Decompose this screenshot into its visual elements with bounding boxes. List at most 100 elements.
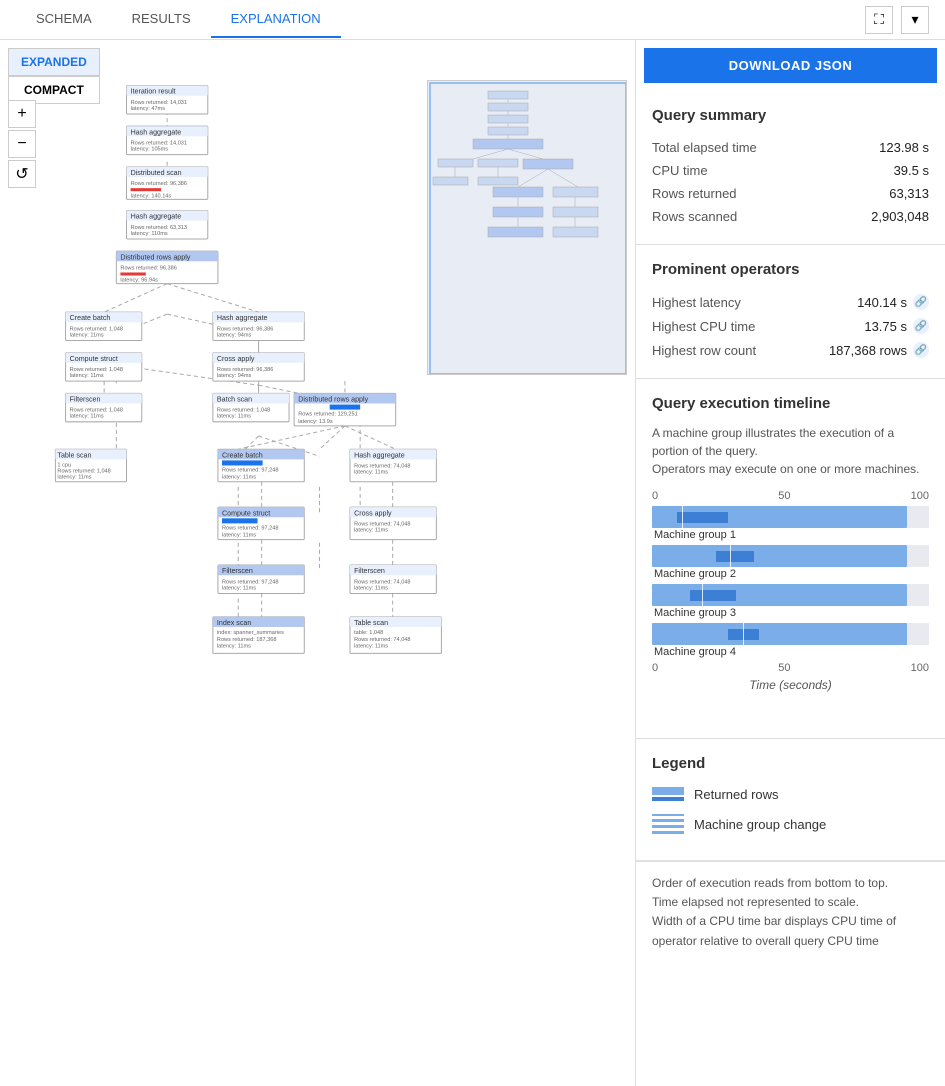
bar-track-4 xyxy=(652,623,929,645)
tab-results[interactable]: RESULTS xyxy=(112,1,211,38)
svg-text:latency: 11ms: latency: 11ms xyxy=(222,533,256,539)
footer-line-1: Order of execution reads from bottom to … xyxy=(652,876,888,890)
rows-returned-value: 63,313 xyxy=(889,186,929,201)
timeline-desc1: A machine group illustrates the executio… xyxy=(652,424,929,478)
legend-item-machine-group: Machine group change xyxy=(652,814,929,834)
minimap[interactable] xyxy=(427,80,627,375)
bar-group-3: Machine group 3 xyxy=(652,584,929,619)
bar-track-3 xyxy=(652,584,929,606)
prominent-operators-title: Prominent operators xyxy=(652,261,929,278)
prominent-operators-section: Prominent operators Highest latency 140.… xyxy=(636,245,945,379)
diagram-area[interactable]: Iteration result Rows returned: 14,031 l… xyxy=(0,40,635,1086)
svg-text:Iteration result: Iteration result xyxy=(131,88,176,96)
svg-text:Filterscen: Filterscen xyxy=(354,567,385,575)
svg-text:Filterscen: Filterscen xyxy=(70,395,101,403)
svg-text:index: spanner_summaries: index: spanner_summaries xyxy=(217,630,284,636)
timeline-title: Query execution timeline xyxy=(652,395,929,412)
svg-text:latency: 11ms: latency: 11ms xyxy=(70,332,104,338)
svg-text:latency: 11ms: latency: 11ms xyxy=(222,475,256,481)
chevron-down-icon[interactable]: ▾ xyxy=(901,6,929,34)
svg-text:Index scan: Index scan xyxy=(217,619,251,627)
zoom-in-button[interactable]: + xyxy=(8,100,36,128)
bar-fill-3 xyxy=(652,584,907,606)
expanded-button[interactable]: EXPANDED xyxy=(8,48,100,76)
svg-text:latency: 11ms: latency: 11ms xyxy=(217,414,251,420)
bar-inner-2 xyxy=(716,551,754,562)
svg-text:Compute struct: Compute struct xyxy=(222,509,270,517)
bar-divider-3 xyxy=(702,584,703,606)
bar-inner-1 xyxy=(677,512,728,523)
cpu-link-icon[interactable]: 🔗 xyxy=(913,318,929,334)
legend-machine-group-text: Machine group change xyxy=(694,817,826,832)
axis-max-bottom: 100 xyxy=(911,662,929,674)
svg-text:Hash aggregate: Hash aggregate xyxy=(131,213,182,221)
bar-track-1 xyxy=(652,506,929,528)
zoom-reset-button[interactable]: ↺ xyxy=(8,160,36,188)
operator-row-rowcount: Highest row count 187,368 rows 🔗 xyxy=(652,338,929,362)
svg-text:Create batch: Create batch xyxy=(222,451,263,459)
legend-section: Legend Returned rows Machine group chang… xyxy=(636,739,945,861)
svg-text:Create batch: Create batch xyxy=(70,314,111,322)
tabs-container: SCHEMA RESULTS EXPLANATION xyxy=(16,1,341,38)
op-cpu-number: 13.75 s xyxy=(864,319,907,334)
svg-text:Hash aggregate: Hash aggregate xyxy=(354,451,405,459)
latency-label: Highest latency xyxy=(652,295,741,310)
left-panel: EXPANDED COMPACT + − ↺ xyxy=(0,40,635,1086)
bar-label-4: Machine group 4 xyxy=(652,646,929,658)
rows-returned-label: Rows returned xyxy=(652,186,737,201)
svg-text:latency: 105ms: latency: 105ms xyxy=(131,147,169,153)
top-nav: SCHEMA RESULTS EXPLANATION ⛶ ▾ xyxy=(0,0,945,40)
svg-text:latency: 140.14s: latency: 140.14s xyxy=(131,193,172,199)
operator-row-cpu: Highest CPU time 13.75 s 🔗 xyxy=(652,314,929,338)
expand-icon[interactable]: ⛶ xyxy=(865,6,893,34)
svg-text:latency: 11ms: latency: 11ms xyxy=(354,470,388,476)
svg-text:Distributed scan: Distributed scan xyxy=(131,169,182,177)
svg-text:Hash aggregate: Hash aggregate xyxy=(217,314,268,322)
legend-title: Legend xyxy=(652,755,929,772)
query-summary-section: Query summary Total elapsed time 123.98 … xyxy=(636,91,945,245)
axis-mid-bottom: 50 xyxy=(778,662,790,674)
svg-text:latency: 11ms: latency: 11ms xyxy=(57,475,91,481)
legend-returned-icon xyxy=(652,784,684,804)
rowcount-label: Highest row count xyxy=(652,343,756,358)
footer-line-3: Width of a CPU time bar displays CPU tim… xyxy=(652,914,896,947)
svg-text:Batch scan: Batch scan xyxy=(217,395,252,403)
svg-text:Rows returned: 97,248: Rows returned: 97,248 xyxy=(222,525,278,531)
svg-text:latency: 11ms: latency: 11ms xyxy=(217,643,251,649)
svg-text:latency: 11ms: latency: 11ms xyxy=(354,585,388,591)
bar-track-2 xyxy=(652,545,929,567)
bar-group-2: Machine group 2 xyxy=(652,545,929,580)
bar-label-2: Machine group 2 xyxy=(652,568,929,580)
tab-explanation[interactable]: EXPLANATION xyxy=(211,1,341,38)
zoom-controls: + − ↺ xyxy=(8,100,36,188)
view-toggle: EXPANDED COMPACT xyxy=(8,48,100,104)
svg-text:latency: 11ms: latency: 11ms xyxy=(70,414,104,420)
zoom-out-button[interactable]: − xyxy=(8,130,36,158)
op-cpu-value: 13.75 s 🔗 xyxy=(864,318,929,334)
bar-fill-1 xyxy=(652,506,907,528)
svg-text:latency: 110ms: latency: 110ms xyxy=(131,231,168,237)
svg-text:latency: 96.94s: latency: 96.94s xyxy=(120,278,158,284)
bar-fill-2 xyxy=(652,545,907,567)
axis-x-title: Time (seconds) xyxy=(652,678,929,692)
summary-row-cpu: CPU time 39.5 s xyxy=(652,159,929,182)
rowcount-link-icon[interactable]: 🔗 xyxy=(913,342,929,358)
tab-schema[interactable]: SCHEMA xyxy=(16,1,112,38)
svg-text:latency: 13.9s: latency: 13.9s xyxy=(298,419,333,425)
axis-min-bottom: 0 xyxy=(652,662,658,674)
bar-inner-3 xyxy=(690,590,736,601)
axis-max-top: 100 xyxy=(911,490,929,502)
legend-returned-text: Returned rows xyxy=(694,787,779,802)
bar-label-3: Machine group 3 xyxy=(652,607,929,619)
svg-text:latency: 11ms: latency: 11ms xyxy=(354,643,388,649)
bar-group-1: Machine group 1 xyxy=(652,506,929,541)
elapsed-label: Total elapsed time xyxy=(652,140,757,155)
latency-number: 140.14 s xyxy=(857,295,907,310)
summary-row-elapsed: Total elapsed time 123.98 s xyxy=(652,136,929,159)
svg-text:Table scan: Table scan xyxy=(57,451,91,459)
rows-scanned-label: Rows scanned xyxy=(652,209,737,224)
operator-row-latency: Highest latency 140.14 s 🔗 xyxy=(652,290,929,314)
download-json-button[interactable]: DOWNLOAD JSON xyxy=(644,48,937,83)
tabs-actions: ⛶ ▾ xyxy=(865,6,929,34)
latency-link-icon[interactable]: 🔗 xyxy=(913,294,929,310)
